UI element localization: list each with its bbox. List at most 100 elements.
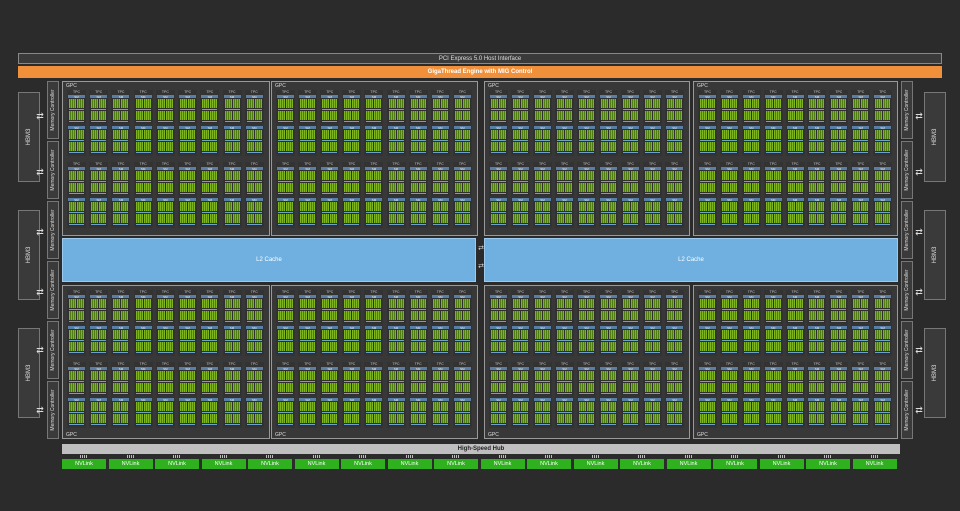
sm: SM (644, 367, 661, 395)
sm-core-block (521, 383, 528, 392)
sm-header: SM (201, 198, 219, 202)
sm-core-block (653, 414, 660, 423)
sm-cache-line (91, 212, 107, 213)
sm-core-block (99, 402, 107, 411)
sm-core-block (645, 299, 652, 308)
sm-core-block (246, 99, 254, 108)
sm-core-block (751, 342, 759, 351)
sm-core-block (157, 130, 165, 139)
sm-core-block (91, 342, 99, 351)
sm-core-block (773, 342, 781, 351)
sm-core-block (344, 383, 352, 392)
tpc: TPC SM SM (430, 290, 450, 356)
sm-header: SM (742, 198, 760, 202)
tpc-label: TPC (348, 362, 356, 366)
sm-core-block (623, 330, 630, 339)
tpc-label: TPC (649, 90, 656, 94)
sm-header: SM (786, 398, 804, 402)
sm-cache-line (300, 181, 316, 182)
sm: SM (223, 95, 241, 123)
nvlink-connector-icon (638, 455, 646, 458)
sm-header: SM (600, 126, 617, 130)
sm-core-block (188, 311, 196, 320)
sm-header: SM (387, 367, 405, 371)
tpc: TPC SM SM (741, 290, 761, 356)
sm-header: SM (490, 326, 507, 330)
nvlink-connector-icon (359, 455, 367, 458)
sm-cache-line (491, 224, 506, 225)
tpc-label: TPC (769, 162, 777, 166)
tpc: TPC SM SM (67, 290, 86, 356)
sm-core-block (499, 383, 506, 392)
sm-core-block (565, 371, 572, 380)
sm-core-block (773, 111, 781, 120)
sm-cache-line (721, 109, 737, 110)
sm-core-block (667, 171, 674, 180)
tpc-label: TPC (747, 162, 755, 166)
sm-core-block (579, 299, 586, 308)
tpc-label: TPC (304, 290, 312, 294)
sm: SM (490, 198, 507, 226)
sm-core-block (113, 99, 121, 108)
sm-cache-line (246, 152, 262, 153)
sm-cache-line (344, 109, 360, 110)
sm-cache-line (645, 381, 660, 382)
sm-header: SM (365, 198, 383, 202)
sm-header: SM (874, 398, 892, 402)
sm-cache-line (721, 424, 737, 425)
sm-core-block (410, 142, 418, 151)
sm-core-block (286, 311, 293, 320)
sm-core-block (853, 371, 861, 380)
sm-core-block (645, 214, 652, 223)
sm-cache-line (135, 352, 151, 353)
sm-core-block (795, 402, 803, 411)
tpc: TPC SM SM (807, 162, 827, 228)
sm-cache-line (224, 121, 240, 122)
sm-cache-line (809, 152, 825, 153)
sm-header: SM (578, 295, 595, 299)
sm-header: SM (409, 295, 427, 299)
sm-core-block (330, 414, 338, 423)
bidirectional-arrow-icon: ⇄ (915, 111, 923, 121)
tpc: TPC SM SM (342, 162, 362, 228)
sm-cache-line (454, 352, 470, 353)
sm-cache-line (513, 121, 528, 122)
sm-core-block (491, 183, 498, 192)
sm-core-block (396, 171, 404, 180)
sm-header: SM (365, 326, 383, 330)
sm-core-block (499, 311, 506, 320)
tpc: TPC SM SM (851, 90, 871, 156)
sm-core-block (751, 414, 759, 423)
sm-header: SM (134, 367, 152, 371)
sm-cache-line (410, 340, 426, 341)
tpc: TPC SM SM (222, 290, 242, 356)
tpc-label: TPC (304, 362, 312, 366)
sm-core-block (246, 214, 254, 223)
sm-cache-line (491, 152, 506, 153)
tpc-label: TPC (561, 362, 568, 366)
sm: SM (512, 367, 529, 395)
sm-core-block (653, 130, 660, 139)
sm: SM (622, 126, 639, 154)
sm-cache-line (278, 424, 293, 425)
sm-core-block (667, 371, 674, 380)
sm-core-block (721, 214, 729, 223)
sm-core-block (883, 202, 891, 211)
sm-core-block (535, 202, 542, 211)
sm-header: SM (874, 198, 892, 202)
sm-core-block (396, 402, 404, 411)
sm-core-block (69, 171, 76, 180)
sm-core-block (143, 171, 151, 180)
sm-core-block (839, 402, 847, 411)
sm-header: SM (179, 95, 197, 99)
sm-core-block (601, 414, 608, 423)
sm-core-block (817, 402, 825, 411)
sm: SM (201, 167, 219, 195)
sm: SM (112, 326, 130, 354)
sm-core-block (462, 299, 470, 308)
sm-cache-line (180, 352, 196, 353)
sm-core-block (513, 299, 520, 308)
sm-core-block (224, 383, 232, 392)
sm-cache-line (645, 224, 660, 225)
sm-cache-line (366, 121, 382, 122)
